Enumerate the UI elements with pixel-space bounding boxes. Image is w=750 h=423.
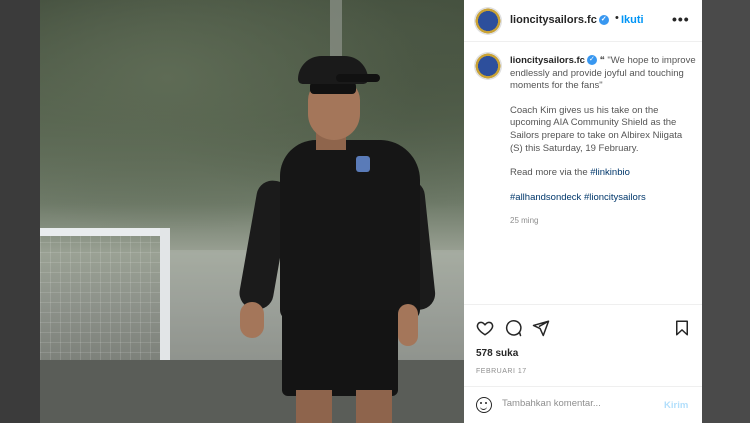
comment-icon[interactable] <box>504 319 522 337</box>
verified-icon: ✓ <box>598 15 609 26</box>
likes-count[interactable]: 578 suka <box>476 348 518 359</box>
header-separator: • <box>615 12 619 24</box>
caption-hashtags: #allhandsondeck #lioncitysailors <box>510 192 696 205</box>
more-horizontal-icon[interactable]: ••• <box>672 11 690 27</box>
header-username-row: lioncitysailors.fc ✓ <box>510 14 609 26</box>
coach-right-hand <box>398 304 418 346</box>
goal-crossbar <box>40 228 170 236</box>
backdrop-left <box>0 0 40 423</box>
comment-bar: Kirim <box>464 386 702 423</box>
caption-first-line: lioncitysailors.fc ✓ ❝ "We hope to improv… <box>510 55 696 93</box>
coach-right-leg <box>356 390 392 423</box>
follow-button[interactable]: Ikuti <box>621 14 644 26</box>
caption-text: lioncitysailors.fc ✓ ❝ "We hope to improv… <box>510 55 696 228</box>
coach-left-leg <box>296 390 332 423</box>
post-date[interactable]: FEBRUARI 17 <box>476 368 527 375</box>
cap-brim <box>336 74 380 82</box>
heart-icon[interactable] <box>476 319 494 337</box>
comment-input[interactable] <box>502 398 652 409</box>
verified-icon: ✓ <box>586 55 597 66</box>
post-comment-button[interactable]: Kirim <box>664 400 688 411</box>
emoji-icon[interactable] <box>476 397 492 413</box>
coach-left-hand <box>240 302 264 338</box>
read-more-text: Read more via the <box>510 167 591 179</box>
send-icon[interactable] <box>532 319 550 337</box>
hashtag-allhandsondeck[interactable]: #allhandsondeck <box>510 192 581 203</box>
post-photo[interactable] <box>40 0 464 423</box>
backdrop-right <box>702 0 750 423</box>
caption-read-more: Read more via the #linkinbio <box>510 167 696 180</box>
caption-timestamp[interactable]: 25 ming <box>510 215 696 228</box>
avatar[interactable] <box>474 7 502 35</box>
hashtag-linkinbio[interactable]: #linkinbio <box>590 167 630 178</box>
post-side-panel: lioncitysailors.fc ✓ • Ikuti ••• lioncity… <box>464 0 702 423</box>
hashtag-lioncitysailors[interactable]: #lioncitysailors <box>584 192 646 203</box>
caption-paragraph: Coach Kim gives us his take on the upcom… <box>510 104 683 154</box>
ground <box>40 360 464 423</box>
coach-torso <box>280 140 420 320</box>
quote-icon: ❝ <box>599 55 605 66</box>
post-header: lioncitysailors.fc ✓ • Ikuti ••• <box>464 0 702 42</box>
coach-shorts <box>282 310 398 396</box>
action-bar <box>464 304 702 348</box>
header-username[interactable]: lioncitysailors.fc <box>510 14 597 26</box>
caption-username[interactable]: lioncitysailors.fc <box>510 55 585 66</box>
caption-area: lioncitysailors.fc ✓ ❝ "We hope to improv… <box>464 42 702 304</box>
club-crest <box>356 156 370 172</box>
caption-avatar[interactable] <box>474 52 502 80</box>
bookmark-icon[interactable] <box>673 319 691 337</box>
